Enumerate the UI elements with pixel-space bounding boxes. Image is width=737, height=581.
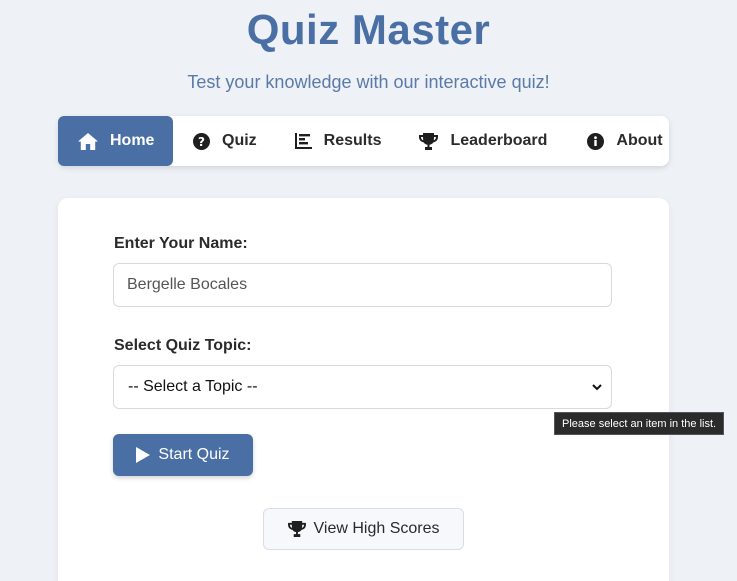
- home-icon: [78, 132, 98, 150]
- name-input[interactable]: Bergelle Bocales: [113, 263, 612, 307]
- topic-select-value: -- Select a Topic --: [128, 378, 258, 395]
- name-label: Enter Your Name:: [114, 235, 248, 252]
- topic-select[interactable]: -- Select a Topic --: [113, 365, 612, 409]
- nav-item-leaderboard[interactable]: Leaderboard: [419, 116, 547, 166]
- bar-chart-icon: [294, 133, 312, 149]
- nav-item-home[interactable]: Home: [58, 116, 173, 166]
- trophy-icon: [419, 132, 439, 150]
- svg-text:?: ?: [198, 135, 205, 149]
- trophy-icon: [287, 521, 306, 537]
- start-quiz-button[interactable]: Start Quiz: [113, 434, 253, 476]
- view-high-scores-button[interactable]: View High Scores: [263, 508, 464, 550]
- nav-label-home: Home: [110, 132, 155, 149]
- nav-item-results[interactable]: Results: [294, 116, 382, 166]
- page-subtitle: Test your knowledge with our interactive…: [187, 72, 550, 92]
- validation-tooltip: Please select an item in the list.: [554, 412, 725, 435]
- main-nav: Home ? Quiz Results Leaderboard About: [58, 116, 669, 166]
- play-icon: [136, 447, 151, 463]
- start-quiz-label: Start Quiz: [158, 446, 230, 463]
- question-circle-icon: ?: [193, 132, 210, 150]
- page-title: Quiz Master: [246, 6, 491, 53]
- view-high-scores-label: View High Scores: [313, 520, 440, 537]
- nav-label-results: Results: [323, 132, 382, 149]
- quiz-setup-card: Enter Your Name: Bergelle Bocales Select…: [58, 198, 669, 581]
- topic-label: Select Quiz Topic:: [114, 337, 252, 354]
- nav-label-about: About: [616, 132, 663, 149]
- nav-label-quiz: Quiz: [222, 132, 257, 149]
- chevron-down-icon: [592, 384, 602, 391]
- page: Quiz Master Test your knowledge with our…: [0, 0, 737, 581]
- info-circle-icon: [587, 132, 605, 150]
- nav-item-quiz[interactable]: ? Quiz: [193, 116, 257, 166]
- nav-item-about[interactable]: About: [587, 116, 663, 166]
- nav-label-leaderboard: Leaderboard: [450, 132, 548, 149]
